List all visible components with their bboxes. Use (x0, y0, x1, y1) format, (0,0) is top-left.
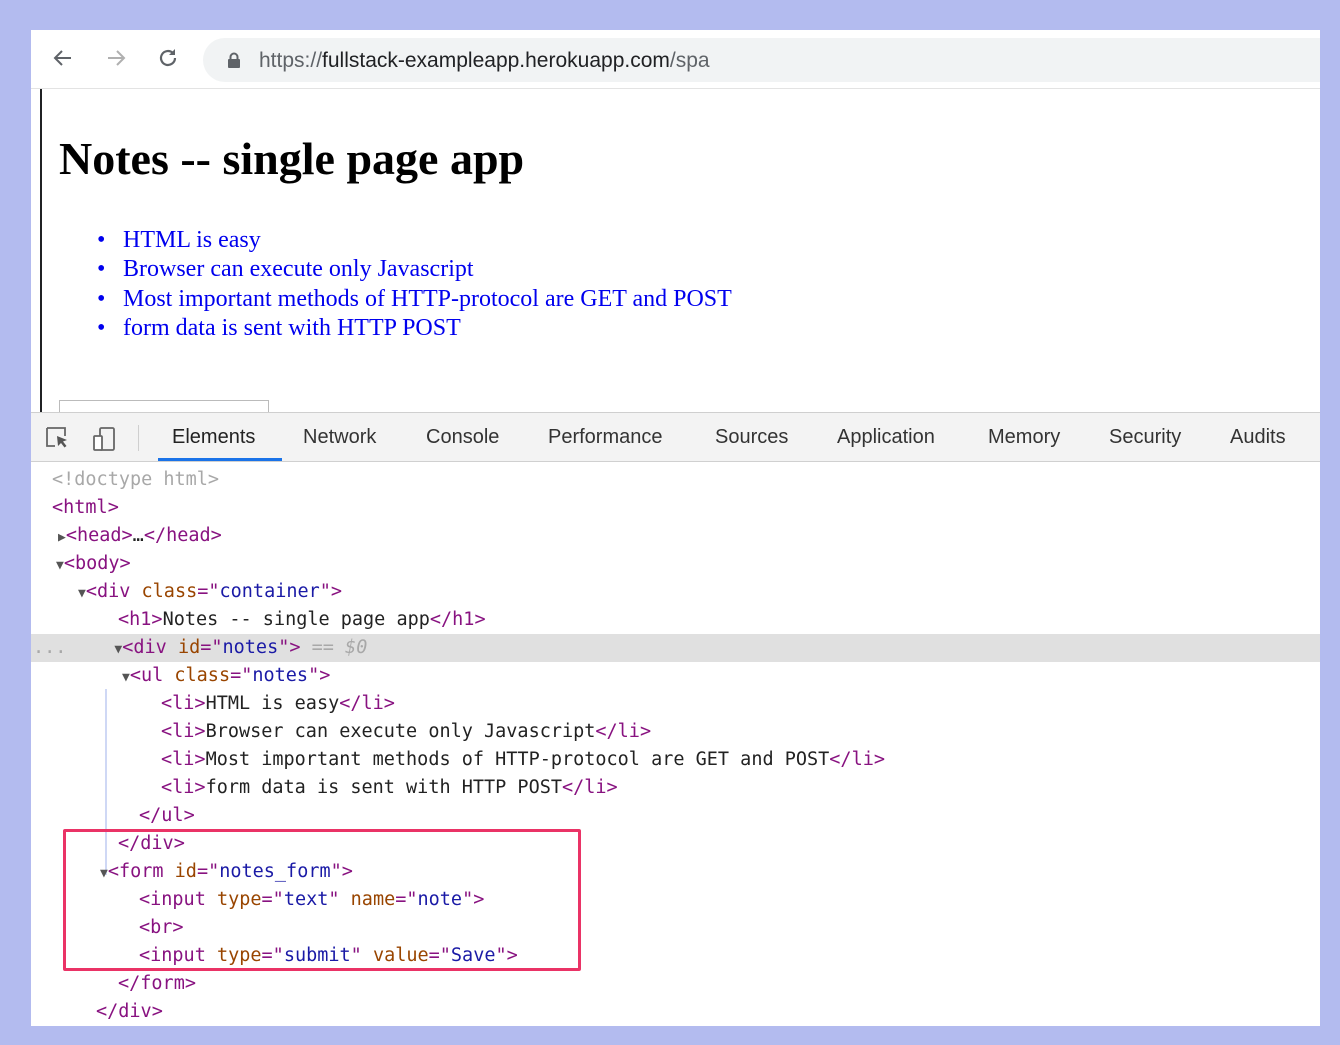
tag-li-close: li (851, 749, 874, 770)
li-text: HTML is easy (205, 693, 340, 714)
collapse-triangle-icon[interactable]: ▼ (56, 558, 64, 573)
tag-li: li (172, 777, 195, 798)
attr-class: class (174, 665, 231, 686)
dom-h1[interactable]: <h1>Notes -- single page app</h1> (31, 606, 1320, 634)
tab-audits[interactable]: Audits (1230, 426, 1286, 449)
lock-icon (228, 52, 240, 68)
li-text: form data is sent with HTTP POST (205, 777, 562, 798)
reload-icon (159, 49, 177, 67)
row-menu-ellipsis[interactable]: ... (31, 637, 66, 658)
doctype-text: <!doctype html> (52, 469, 220, 490)
page-title: Notes -- single page app (59, 133, 525, 184)
h1-text: Notes -- single page app (162, 609, 430, 630)
address-bar[interactable]: https://fullstack-exampleapp.herokuapp.c… (203, 38, 1320, 82)
selected-node-marker: == $0 (311, 637, 368, 658)
note-item: Browser can execute only Javascript (97, 255, 732, 284)
attr-value-notes-class: notes (252, 665, 309, 686)
dom-li[interactable]: <li>HTML is easy</li> (31, 690, 1320, 718)
li-text: Most important methods of HTTP-protocol … (205, 749, 830, 770)
tab-console[interactable]: Console (426, 426, 499, 449)
dom-div-container-close[interactable]: </div> (31, 998, 1320, 1026)
arrow-right-icon (108, 50, 126, 66)
tag-div: div (96, 581, 131, 602)
tab-memory[interactable]: Memory (988, 426, 1060, 449)
dom-doctype[interactable]: <!doctype html> (31, 466, 1320, 494)
tag-div-close: div (118, 1001, 152, 1022)
tag-li-close: li (361, 693, 384, 714)
tab-performance[interactable]: Performance (548, 426, 663, 449)
dom-body[interactable]: ▼<body> (31, 550, 1320, 578)
collapse-triangle-icon[interactable]: ▼ (78, 586, 86, 601)
tag-ul: ul (140, 665, 164, 686)
attr-value-container: container (219, 581, 320, 602)
expand-triangle-icon[interactable]: ▶ (58, 530, 66, 545)
tab-sources[interactable]: Sources (715, 426, 788, 449)
dom-li[interactable]: <li>Most important methods of HTTP-proto… (31, 746, 1320, 774)
tag-li: li (172, 721, 195, 742)
tag-div: div (133, 637, 167, 658)
tag-head-close: head (166, 525, 211, 546)
dom-div-notes-selected[interactable]: ... ▼<div id="notes"> == $0 (31, 634, 1320, 662)
tag-h1-close: h1 (452, 609, 475, 630)
note-item: Most important methods of HTTP-protocol … (97, 285, 732, 314)
url-text: https://fullstack-exampleapp.herokuapp.c… (259, 49, 710, 73)
inspect-element-icon[interactable] (45, 426, 71, 450)
back-button[interactable] (47, 42, 79, 74)
form-highlight-box (63, 829, 581, 971)
tag-h1: h1 (129, 609, 152, 630)
li-text: Browser can execute only Javascript (205, 721, 596, 742)
tabbar-divider (138, 425, 139, 451)
tag-li: li (172, 749, 195, 770)
page-left-border (40, 89, 42, 412)
dom-li[interactable]: <li>form data is sent with HTTP POST</li… (31, 774, 1320, 802)
url-scheme: https:// (259, 49, 323, 72)
arrow-left-icon (53, 50, 71, 66)
dom-ul-notes[interactable]: ▼<ul class="notes"> (31, 662, 1320, 690)
note-input[interactable] (59, 400, 269, 412)
tag-li: li (172, 693, 195, 714)
page-viewport: Notes -- single page app HTML is easy Br… (31, 89, 1320, 412)
dom-ul-close[interactable]: </ul> (31, 802, 1320, 830)
tag-body: body (74, 553, 120, 574)
dom-div-container[interactable]: ▼<div class="container"> (31, 578, 1320, 606)
dom-form-close[interactable]: </form> (31, 970, 1320, 998)
url-host: fullstack-exampleapp.herokuapp.com (322, 49, 670, 72)
note-item: form data is sent with HTTP POST (97, 314, 732, 343)
devtools-tabbar: Elements Network Console Performance Sou… (31, 413, 1320, 462)
dom-head[interactable]: ▶<head>…</head> (31, 522, 1320, 550)
attr-id: id (177, 637, 201, 658)
tag-li-close: li (617, 721, 640, 742)
tab-security[interactable]: Security (1109, 426, 1181, 449)
tag-head: head (76, 525, 122, 546)
note-item: HTML is easy (97, 226, 732, 255)
collapse-triangle-icon[interactable]: ▼ (122, 670, 130, 685)
reload-button[interactable] (152, 42, 184, 74)
attr-value-notes: notes (222, 637, 279, 658)
notes-list: HTML is easy Browser can execute only Ja… (97, 226, 732, 343)
url-path: /spa (669, 49, 710, 72)
dom-li[interactable]: <li>Browser can execute only Javascript<… (31, 718, 1320, 746)
head-ellipsis: … (132, 525, 144, 546)
dom-html[interactable]: <html> (31, 494, 1320, 522)
attr-class: class (141, 581, 198, 602)
tab-network[interactable]: Network (303, 426, 376, 449)
tag-html: html (63, 497, 108, 518)
browser-toolbar: https://fullstack-exampleapp.herokuapp.c… (31, 30, 1320, 89)
tag-ul-close: ul (161, 805, 184, 826)
device-toolbar-icon[interactable] (92, 426, 118, 452)
tag-form-close: form (140, 973, 185, 994)
tab-application[interactable]: Application (837, 426, 935, 449)
tag-li-close: li (584, 777, 607, 798)
tab-elements[interactable]: Elements (172, 426, 255, 449)
forward-button[interactable] (100, 42, 132, 74)
